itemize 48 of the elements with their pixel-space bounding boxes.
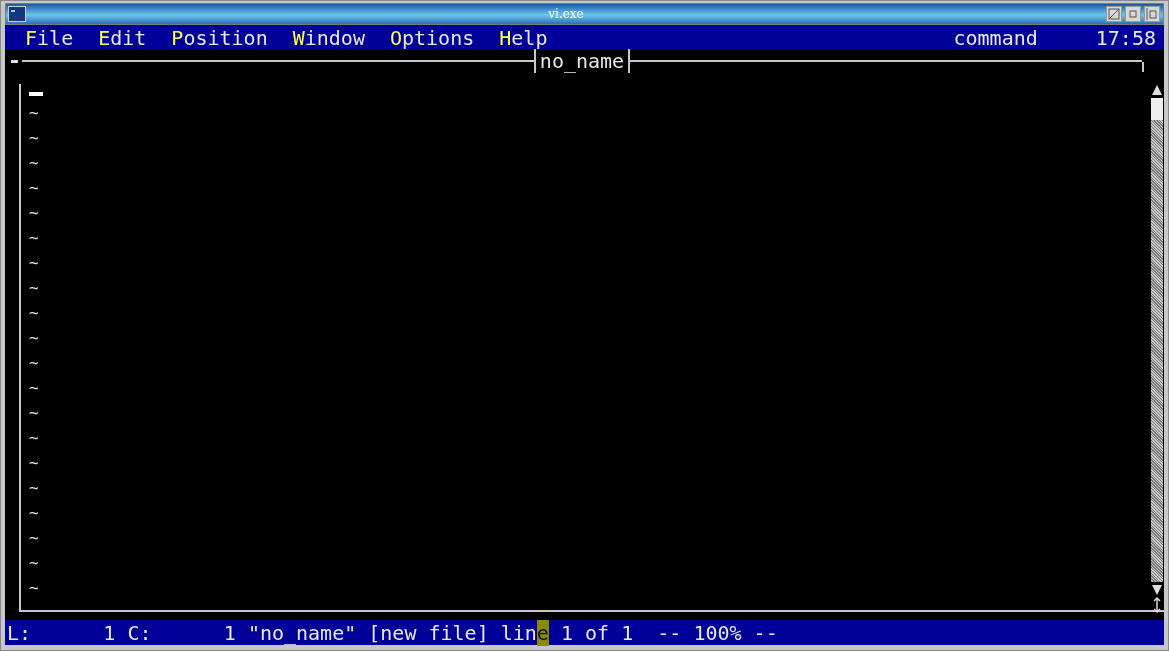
mode-indicator: command [953,25,1038,50]
menu-item[interactable]: Options [383,25,481,50]
empty-line-marker: ~ [28,302,40,324]
buffer-title: no_name [533,49,631,73]
status-message: "no_name" [new file] lin [247,619,537,646]
terminal-icon[interactable] [8,6,26,22]
menu-item[interactable]: Help [493,25,554,50]
column-label: C: [127,619,152,646]
empty-line-marker: ~ [28,502,40,524]
maximize-icon [1127,8,1139,20]
line-number: 1 [103,619,116,646]
empty-line-marker: ~ [28,227,40,249]
menu-item[interactable]: Position [165,25,274,50]
empty-line-marker: ~ [28,202,40,224]
text-cursor [29,92,43,96]
empty-line-marker: ~ [28,102,40,124]
position-info: 1 of 1 -- 100% -- [560,619,778,646]
restore-icon [1146,8,1158,20]
empty-line-marker: ~ [28,452,40,474]
empty-line-marker: ~ [28,152,40,174]
scrollbar[interactable] [1150,84,1164,614]
clock: 17:58 [1095,25,1156,50]
empty-line-marker: ~ [28,527,40,549]
scroll-down-icon[interactable] [1151,584,1163,596]
empty-line-marker: ~ [28,352,40,374]
empty-line-marker: ~ [28,427,40,449]
column-number: 1 [223,619,236,646]
empty-line-marker: ~ [28,402,40,424]
window-title: vi.exe [547,7,585,21]
text-cursor: e [536,619,549,646]
minimize-icon [1108,8,1120,20]
minimize-button[interactable] [1106,6,1122,22]
empty-line-marker: ~ [28,252,40,274]
empty-line-marker: ~ [28,552,40,574]
resize-icon[interactable] [1151,596,1163,614]
empty-line-marker: ~ [28,177,40,199]
menu-item[interactable]: File [19,25,80,50]
empty-line-marker: ~ [28,577,40,599]
menu-item[interactable]: Edit [92,25,153,50]
menu-item[interactable]: Window [286,25,371,50]
empty-line-marker: ~ [28,477,40,499]
empty-line-marker: ~ [28,327,40,349]
empty-line-marker: ~ [28,277,40,299]
empty-line-marker: ~ [28,127,40,149]
line-label: L: [7,619,32,646]
empty-line-marker: ~ [28,377,40,399]
scroll-thumb[interactable] [1151,98,1163,120]
scroll-up-icon[interactable] [1151,84,1163,96]
